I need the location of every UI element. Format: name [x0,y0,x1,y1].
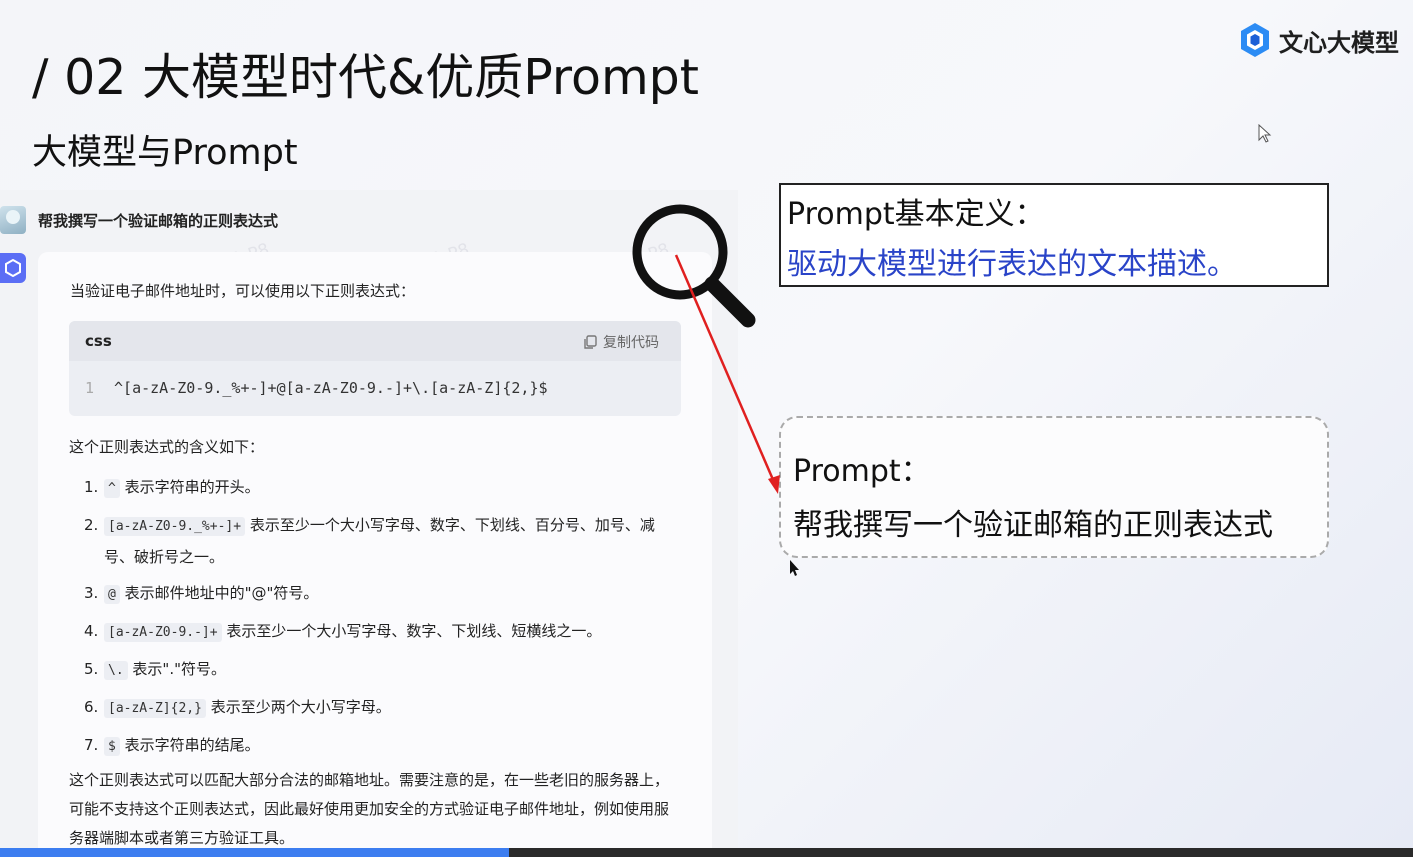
magnifier-icon [632,204,756,328]
annotation-overlay [632,204,799,576]
video-progress-fill [0,848,509,857]
mouse-pointer-icon [790,560,799,576]
video-progress-bar[interactable] [0,848,1413,857]
